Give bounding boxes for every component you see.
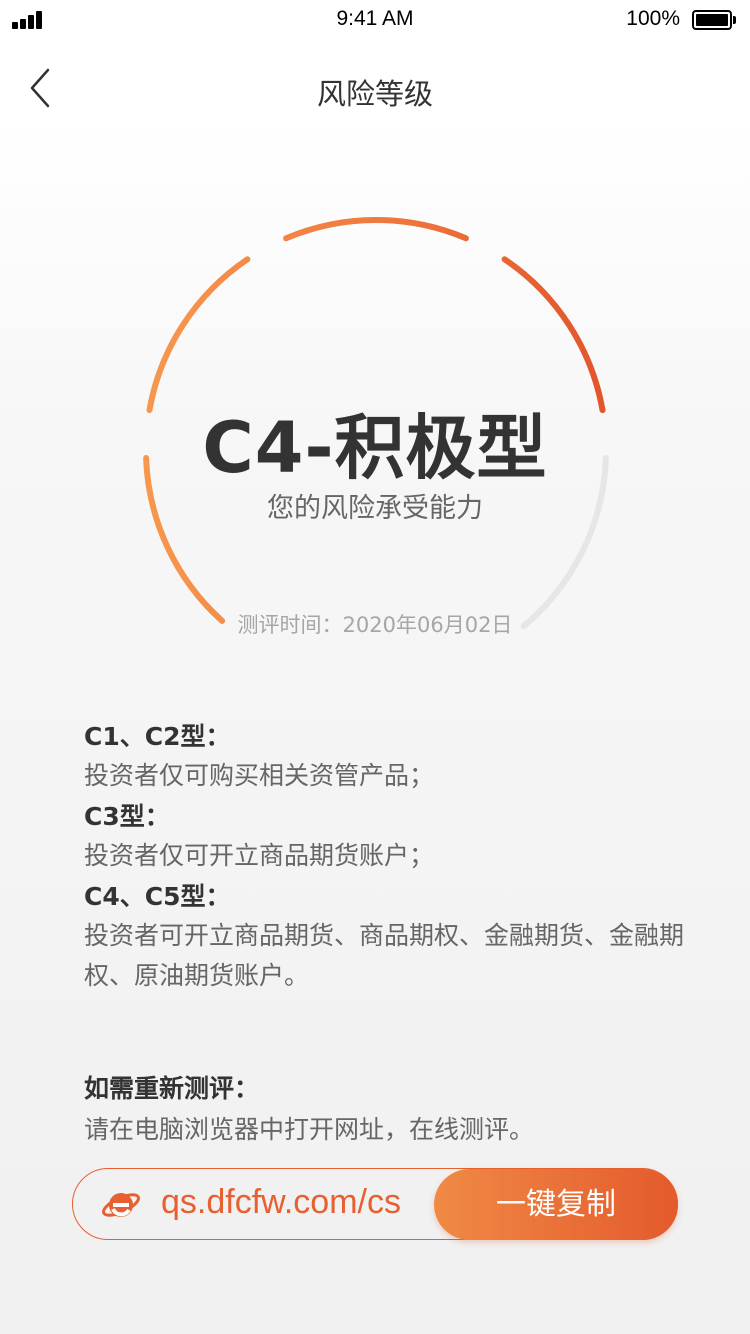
description-body: 投资者仅可开立商品期货账户； [84, 841, 435, 870]
description-item: C3型： 投资者仅可开立商品期货账户； [84, 798, 684, 876]
description-heading: C3型： [84, 802, 170, 831]
risk-subtitle: 您的风险承受能力 [267, 493, 483, 524]
copy-url-button[interactable]: 一键复制 [434, 1169, 678, 1240]
description-heading: C1、C2型： [84, 722, 231, 751]
risk-level-descriptions: C1、C2型： 投资者仅可购买相关资管产品； C3型： 投资者仅可开立商品期货账… [84, 718, 684, 998]
gauge-segment-2 [146, 256, 251, 414]
ie-browser-icon [102, 1193, 140, 1217]
risk-level-title: C4-积极型 [202, 407, 548, 489]
description-item: C1、C2型： 投资者仅可购买相关资管产品； [84, 718, 684, 796]
gauge-segment-4 [501, 256, 606, 414]
evaluation-date: 测评时间：2020年06月02日 [237, 613, 513, 637]
reevaluation-heading: 如需重新测评： [84, 1074, 260, 1103]
reevaluation-instructions: 请在电脑浏览器中打开网址，在线测评。 [84, 1115, 535, 1144]
risk-gauge [143, 217, 609, 630]
gauge-segment-3 [283, 217, 469, 242]
description-item: C4、C5型： 投资者可开立商品期货、商品期权、金融期货、金融期权、原油期货账户… [84, 878, 684, 996]
evaluation-url: qs.dfcfw.com/cs [161, 1183, 401, 1221]
description-heading: C4、C5型： [84, 882, 231, 911]
description-body: 投资者可开立商品期货、商品期权、金融期货、金融期权、原油期货账户。 [84, 921, 685, 990]
description-body: 投资者仅可购买相关资管产品； [84, 761, 435, 790]
reevaluation-section: 如需重新测评： 请在电脑浏览器中打开网址，在线测评。 [84, 1070, 704, 1152]
